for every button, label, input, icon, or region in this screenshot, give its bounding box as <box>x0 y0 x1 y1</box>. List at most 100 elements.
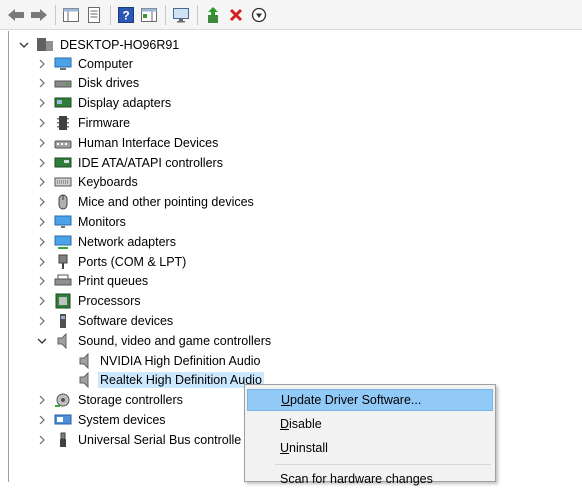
chevron-right-icon[interactable] <box>36 97 48 109</box>
show-hide-console-tree-button[interactable] <box>61 5 81 25</box>
chevron-right-icon[interactable] <box>36 315 48 327</box>
chevron-right-icon[interactable] <box>36 434 48 446</box>
mouse-icon <box>54 194 72 210</box>
menu-disable[interactable]: Disable <box>247 413 493 435</box>
tree-category[interactable]: Computer <box>36 54 135 73</box>
speaker-icon <box>76 352 94 369</box>
tree-item-label: Sound, video and game controllers <box>78 333 272 348</box>
forward-arrow-icon <box>31 8 47 21</box>
tree-category[interactable]: Display adapters <box>36 94 173 113</box>
pc-root-icon <box>36 37 54 53</box>
tree-category[interactable]: System devices <box>36 410 168 429</box>
tree-item-label: Network adapters <box>78 234 176 249</box>
storage-controller-icon <box>54 392 72 408</box>
tree-item-label: Processors <box>78 294 141 309</box>
back-arrow-icon <box>8 8 24 21</box>
tree-device[interactable]: Realtek High Definition Audio <box>76 371 264 390</box>
properties-button[interactable] <box>84 5 104 25</box>
tree-item-label: Ports (COM & LPT) <box>78 254 187 269</box>
tree-category[interactable]: Mice and other pointing devices <box>36 193 256 212</box>
chevron-right-icon[interactable] <box>36 137 48 149</box>
ide-controller-icon <box>54 155 72 171</box>
monitor-scan-icon <box>173 7 189 22</box>
menu-disable-label: isable <box>289 417 322 431</box>
uninstall-button[interactable] <box>226 5 246 25</box>
disable-button[interactable] <box>249 5 269 25</box>
tree-item-label: Disk drives <box>78 76 140 91</box>
forward-button[interactable] <box>29 5 49 25</box>
tree-item-label: Human Interface Devices <box>78 135 219 150</box>
tree-item-label: Realtek High Definition Audio <box>98 372 264 389</box>
network-adapter-icon <box>54 234 72 250</box>
chevron-right-icon[interactable] <box>36 236 48 248</box>
chevron-down-icon[interactable] <box>36 335 48 347</box>
chevron-right-icon[interactable] <box>36 394 48 406</box>
tree-item-label: Storage controllers <box>78 393 183 408</box>
chevron-right-icon[interactable] <box>36 256 48 268</box>
chevron-right-icon[interactable] <box>36 196 48 208</box>
tree-category[interactable]: Network adapters <box>36 232 178 251</box>
action-pane-button[interactable] <box>139 5 159 25</box>
menu-uninstall[interactable]: Uninstall <box>247 437 493 459</box>
system-device-icon <box>54 412 72 428</box>
menu-update-label: pdate Driver Software... <box>290 393 422 407</box>
chevron-right-icon[interactable] <box>36 295 48 307</box>
tree-item-label: DESKTOP-HO96R91 <box>60 37 180 52</box>
help-button[interactable]: ? <box>116 5 136 25</box>
tree-category[interactable]: Processors <box>36 292 143 311</box>
tree-root[interactable]: DESKTOP-HO96R91 <box>18 35 181 54</box>
tree-category[interactable]: Storage controllers <box>36 391 185 410</box>
menu-disable-key: D <box>280 417 290 431</box>
update-driver-icon <box>208 6 218 23</box>
tree-category[interactable]: Ports (COM & LPT) <box>36 252 188 271</box>
tree-device[interactable]: NVIDIA High Definition Audio <box>76 351 263 370</box>
chevron-down-icon[interactable] <box>18 39 30 51</box>
action-pane-icon <box>141 7 157 22</box>
context-menu: Update Driver Software... Disable Uninst… <box>244 384 496 486</box>
toolbar-separator <box>197 4 198 25</box>
software-device-icon <box>54 313 72 329</box>
speaker-icon <box>54 332 72 349</box>
menu-update-driver-software[interactable]: Update Driver Software... <box>247 389 493 411</box>
chevron-right-icon[interactable] <box>36 216 48 228</box>
toolbar-separator <box>165 4 166 25</box>
tree-category[interactable]: Disk drives <box>36 74 141 93</box>
chevron-right-icon[interactable] <box>36 157 48 169</box>
update-driver-button[interactable] <box>203 5 223 25</box>
menu-update-key: U <box>281 393 291 407</box>
chevron-right-icon[interactable] <box>36 117 48 129</box>
speaker-icon <box>76 372 94 389</box>
menu-scan-hardware[interactable]: Scan for hardware changes <box>247 468 493 490</box>
console-tree-icon <box>63 7 79 22</box>
down-arrow-circle-icon <box>251 7 267 22</box>
chevron-right-icon[interactable] <box>36 176 48 188</box>
chevron-right-icon[interactable] <box>36 77 48 89</box>
menu-uninstall-key: U <box>280 441 290 455</box>
tree-category[interactable]: Keyboards <box>36 173 140 192</box>
tree-category[interactable]: Software devices <box>36 311 175 330</box>
port-icon <box>54 254 72 270</box>
tree-category[interactable]: Human Interface Devices <box>36 133 220 152</box>
tree-category[interactable]: Universal Serial Bus controlle <box>36 430 243 449</box>
properties-icon <box>88 6 100 23</box>
help-icon: ? <box>118 6 134 23</box>
chevron-right-icon[interactable] <box>36 414 48 426</box>
tree-category[interactable]: IDE ATA/ATAPI controllers <box>36 153 225 172</box>
chevron-right-icon[interactable] <box>36 275 48 287</box>
back-button[interactable] <box>6 5 26 25</box>
tree-category[interactable]: Print queues <box>36 272 150 291</box>
tree-category[interactable]: Sound, video and game controllers <box>36 331 273 350</box>
computer-icon <box>54 56 72 72</box>
tree-item-label: System devices <box>78 412 166 427</box>
toolbar-separator <box>110 4 111 25</box>
usb-icon <box>54 432 72 448</box>
tree-item-label: Universal Serial Bus controlle <box>78 432 242 447</box>
tree-category[interactable]: Firmware <box>36 113 132 132</box>
hid-icon <box>54 135 72 151</box>
tree-item-label: Display adapters <box>78 96 172 111</box>
tree-item-label: Computer <box>78 56 133 71</box>
tree-category[interactable]: Monitors <box>36 212 128 231</box>
tree-item-label: Software devices <box>78 313 174 328</box>
scan-hardware-button[interactable] <box>171 5 191 25</box>
chevron-right-icon[interactable] <box>36 58 48 70</box>
